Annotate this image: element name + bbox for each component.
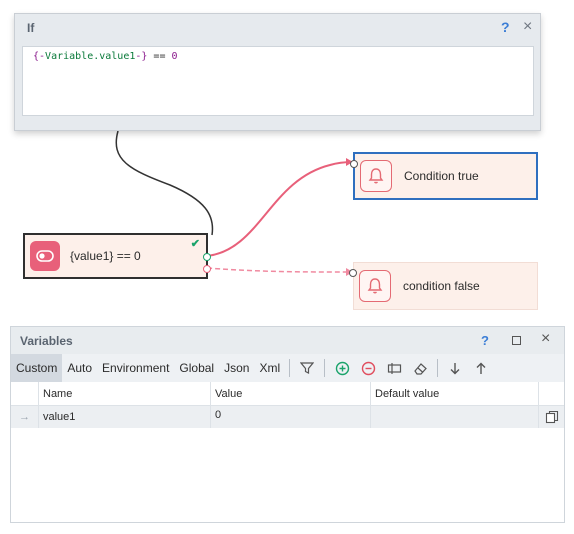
variables-title: Variables (20, 334, 73, 348)
bell-icon (359, 270, 391, 302)
expr-brace-close: -} (135, 51, 148, 62)
header-spacer (11, 382, 39, 405)
false-node-label: condition false (403, 279, 480, 293)
variables-panel: Variables ? × Custom Auto Environment Gl… (10, 326, 565, 523)
bell-icon (360, 160, 392, 192)
true-node-label: Condition true (404, 169, 479, 183)
close-icon[interactable]: × (541, 330, 550, 348)
input-port[interactable] (350, 160, 358, 168)
column-name[interactable]: Name (39, 382, 211, 405)
condition-false-node[interactable]: condition false (349, 262, 538, 310)
toggle-icon (30, 241, 60, 271)
variables-table: Name Value Default value → value1 0 (11, 382, 564, 428)
condition-node-label: {value1} == 0 (70, 249, 141, 263)
expr-brace-open: {- (33, 51, 46, 62)
filter-icon[interactable] (294, 354, 320, 382)
copy-icon[interactable] (539, 406, 564, 428)
check-icon: ✔ (190, 238, 200, 250)
tab-json[interactable]: Json (219, 354, 254, 382)
if-dialog-title: If (27, 21, 35, 35)
variables-toolbar: Custom Auto Environment Global Json Xml (11, 354, 564, 382)
condition-true-node[interactable]: Condition true (350, 152, 538, 200)
clear-eraser-icon[interactable] (407, 354, 433, 382)
expr-number: 0 (171, 51, 178, 62)
if-condition-node[interactable]: {value1} == 0 ✔ (23, 233, 211, 279)
rename-icon[interactable] (381, 354, 407, 382)
tab-environment[interactable]: Environment (97, 354, 174, 382)
output-port-false[interactable] (203, 265, 211, 273)
expr-operator: == (147, 51, 172, 62)
tab-xml[interactable]: Xml (254, 354, 285, 382)
tab-global[interactable]: Global (174, 354, 219, 382)
column-default-value[interactable]: Default value (371, 382, 539, 405)
table-header: Name Value Default value (11, 382, 564, 406)
remove-variable-icon[interactable] (355, 354, 381, 382)
column-value[interactable]: Value (211, 382, 371, 405)
row-arrow-icon: → (11, 406, 39, 428)
output-port-true[interactable] (203, 253, 211, 261)
add-variable-icon[interactable] (329, 354, 355, 382)
if-dialog: If ? × {-Variable.value1-} == 0 (14, 13, 541, 131)
expr-variable: Variable.value1 (45, 51, 136, 62)
move-down-icon[interactable] (442, 354, 468, 382)
false-wire (206, 267, 354, 273)
tab-auto[interactable]: Auto (62, 354, 97, 382)
move-up-icon[interactable] (468, 354, 494, 382)
variables-header: Variables ? × (11, 327, 564, 354)
header-action-spacer (539, 382, 564, 405)
maximize-icon[interactable] (512, 336, 521, 345)
table-row[interactable]: → value1 0 (11, 406, 564, 428)
toolbar-divider (289, 359, 291, 377)
cell-default-value[interactable] (371, 406, 539, 428)
help-icon[interactable]: ? (501, 19, 510, 35)
toolbar-divider (324, 359, 326, 377)
cell-name[interactable]: value1 (39, 406, 211, 428)
expression-editor[interactable]: {-Variable.value1-} == 0 (22, 46, 534, 116)
help-icon[interactable]: ? (481, 333, 489, 348)
input-port[interactable] (349, 269, 357, 277)
close-icon[interactable]: × (523, 18, 532, 36)
canvas: If ? × {-Variable.value1-} == 0 {value1}… (0, 0, 574, 534)
input-wire (115, 130, 214, 236)
cell-value[interactable]: 0 (211, 406, 371, 428)
tab-custom[interactable]: Custom (11, 354, 63, 382)
true-wire (206, 161, 354, 257)
toolbar-divider (437, 359, 439, 377)
